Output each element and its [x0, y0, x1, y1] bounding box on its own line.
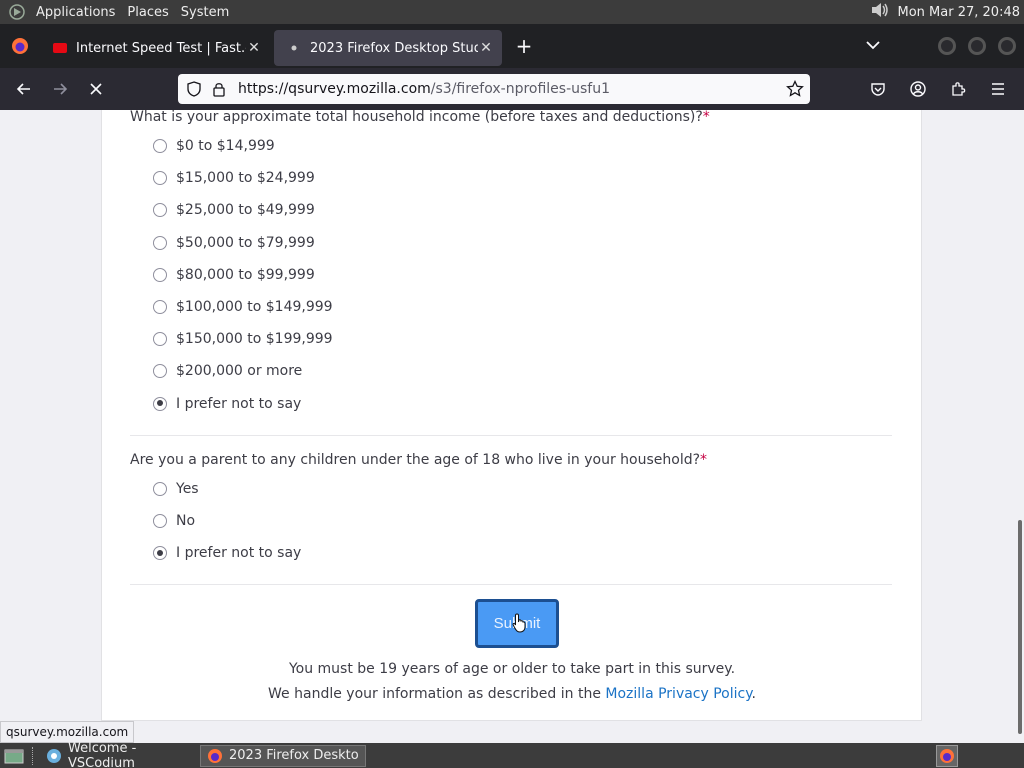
url-host: https://qsurvey.mozilla.com: [238, 81, 431, 97]
taskbar-item-label: Welcome - VSCodium: [68, 740, 137, 768]
minimize-window-button[interactable]: [938, 37, 956, 55]
system-logo-icon[interactable]: [8, 3, 26, 21]
lock-icon[interactable]: [212, 81, 228, 97]
parent-question-text: Are you a parent to any children under t…: [130, 452, 701, 468]
show-desktop-icon[interactable]: [4, 747, 24, 765]
hand-pointer-cursor-icon: [512, 613, 528, 637]
option-label: I prefer not to say: [176, 545, 302, 562]
income-option[interactable]: $150,000 to $199,999: [153, 331, 333, 347]
back-button[interactable]: [6, 73, 42, 105]
income-question-text: What is your approximate total household…: [130, 110, 703, 125]
income-option[interactable]: $80,000 to $99,999: [153, 267, 315, 283]
system-menu[interactable]: System: [177, 5, 237, 20]
income-option[interactable]: $15,000 to $24,999: [153, 170, 315, 186]
taskbar-item-firefox[interactable]: 2023 Firefox Deskto...: [200, 744, 366, 767]
privacy-policy-link[interactable]: Mozilla Privacy Policy: [605, 686, 751, 702]
clock[interactable]: Mon Mar 27, 20:48: [898, 5, 1020, 20]
new-tab-button[interactable]: +: [508, 34, 540, 58]
option-label: I prefer not to say: [176, 395, 302, 412]
list-all-tabs-chevron-icon[interactable]: [866, 39, 880, 54]
option-label: No: [176, 513, 196, 530]
radio-button[interactable]: [153, 203, 167, 218]
income-option[interactable]: $25,000 to $49,999: [153, 202, 315, 218]
applications-menu[interactable]: Applications: [32, 5, 123, 20]
parent-option[interactable]: Yes: [153, 481, 199, 497]
maximize-window-button[interactable]: [968, 37, 986, 55]
privacy-note-prefix: We handle your information as described …: [268, 686, 606, 702]
stop-loading-button[interactable]: [78, 73, 114, 105]
radio-button[interactable]: [153, 482, 167, 496]
divider: [130, 584, 892, 585]
option-label: $100,000 to $149,999: [176, 299, 333, 315]
volume-icon[interactable]: [870, 1, 890, 23]
age-requirement-note: You must be 19 years of age or older to …: [288, 661, 736, 677]
radio-button[interactable]: [153, 364, 167, 379]
income-option[interactable]: $0 to $14,999: [153, 138, 275, 154]
bookmark-star-icon[interactable]: [786, 80, 804, 98]
income-option[interactable]: $200,000 or more: [153, 363, 302, 379]
parent-question: Are you a parent to any children under t…: [130, 452, 707, 468]
firefox-icon: [207, 748, 223, 764]
taskbar-item-vscodium[interactable]: Welcome - VSCodium: [40, 741, 200, 768]
parent-option[interactable]: I prefer not to say: [153, 545, 301, 561]
system-top-panel: Applications Places System Mon Mar 27, 2…: [0, 0, 1024, 24]
tab-title: 2023 Firefox Desktop Study: [310, 40, 478, 56]
url-path: /s3/firefox-nprofiles-usfu1: [430, 81, 611, 97]
pocket-icon[interactable]: [860, 73, 896, 105]
radio-button[interactable]: [153, 171, 167, 186]
option-label: $200,000 or more: [176, 363, 303, 380]
radio-button[interactable]: [153, 546, 167, 561]
taskbar-separator: [32, 746, 36, 765]
required-marker: *: [702, 110, 710, 125]
tab-firefox-study[interactable]: 2023 Firefox Desktop Study ✕: [274, 30, 502, 66]
tab-title: Internet Speed Test | Fast.com: [76, 40, 246, 56]
tab-close-icon[interactable]: ✕: [478, 40, 494, 56]
option-label: $50,000 to $79,999: [176, 234, 315, 251]
parent-option[interactable]: No: [153, 513, 195, 529]
income-question: What is your approximate total household…: [130, 110, 710, 125]
tab-close-icon[interactable]: ✕: [246, 40, 262, 56]
hamburger-menu-icon[interactable]: [980, 73, 1016, 105]
option-label: $150,000 to $199,999: [176, 331, 333, 348]
loading-dot-icon: [286, 40, 302, 56]
vscodium-icon: [46, 748, 62, 764]
radio-button[interactable]: [153, 300, 167, 314]
workspace-switcher[interactable]: [936, 744, 958, 767]
radio-button[interactable]: [153, 139, 167, 153]
income-option[interactable]: $100,000 to $149,999: [153, 299, 333, 315]
places-menu[interactable]: Places: [123, 5, 176, 20]
extensions-puzzle-icon[interactable]: [940, 73, 976, 105]
radio-button[interactable]: [153, 235, 167, 250]
privacy-note-suffix: .: [751, 686, 756, 702]
option-label: Yes: [176, 481, 199, 497]
page-scrollbar[interactable]: [1018, 520, 1022, 734]
divider: [130, 435, 892, 436]
option-label: $0 to $14,999: [176, 138, 275, 154]
radio-button[interactable]: [153, 267, 167, 282]
forward-button[interactable]: [42, 73, 78, 105]
navigation-toolbar: https://qsurvey.mozilla.com/s3/firefox-n…: [0, 68, 1024, 110]
option-label: $15,000 to $24,999: [176, 170, 315, 187]
required-marker: *: [700, 452, 708, 468]
income-option[interactable]: I prefer not to say: [153, 396, 301, 412]
taskbar-item-label: 2023 Firefox Deskto...: [229, 748, 359, 763]
fast-com-favicon-icon: [52, 40, 68, 56]
tab-strip: Internet Speed Test | Fast.com ✕ 2023 Fi…: [0, 24, 1024, 68]
privacy-note: We handle your information as described …: [0, 686, 1024, 702]
page-content: What is your approximate total household…: [0, 110, 1024, 743]
firefox-view-icon[interactable]: [0, 24, 40, 68]
radio-button[interactable]: [153, 396, 167, 411]
option-label: $25,000 to $49,999: [176, 202, 315, 219]
bottom-taskbar: Welcome - VSCodium 2023 Firefox Deskto..…: [0, 741, 1024, 768]
tracking-protection-shield-icon[interactable]: [186, 81, 202, 97]
url-bar[interactable]: https://qsurvey.mozilla.com/s3/firefox-n…: [178, 74, 810, 104]
income-option[interactable]: $50,000 to $79,999: [153, 235, 315, 251]
option-label: $80,000 to $99,999: [176, 266, 315, 283]
tab-speed-test[interactable]: Internet Speed Test | Fast.com ✕: [40, 30, 270, 66]
close-window-button[interactable]: [998, 37, 1016, 55]
radio-button[interactable]: [153, 514, 167, 529]
account-icon[interactable]: [900, 73, 936, 105]
radio-button[interactable]: [153, 332, 167, 347]
